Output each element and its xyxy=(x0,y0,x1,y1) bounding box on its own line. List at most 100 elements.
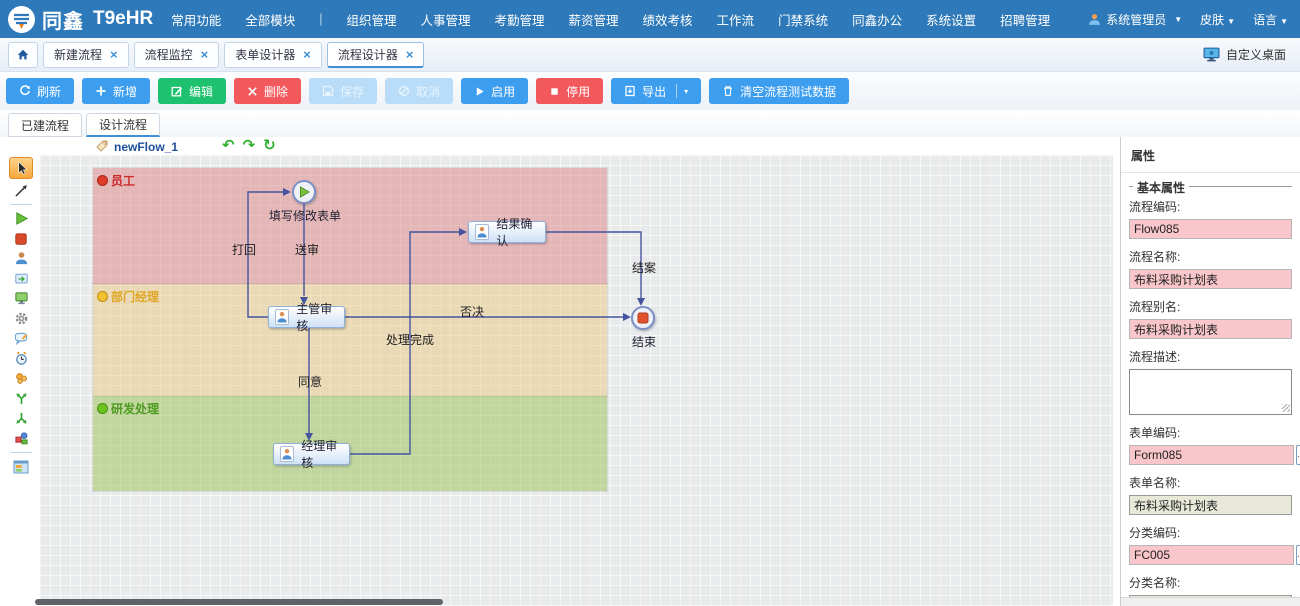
cancel-button[interactable]: 取消 xyxy=(385,78,453,104)
end-node[interactable] xyxy=(631,306,655,330)
user-menu[interactable]: 系统管理员 ▼ xyxy=(1088,11,1182,28)
history-controls: ↶ ↷ ↻ xyxy=(222,137,276,154)
palette-auto-task[interactable] xyxy=(9,270,33,287)
edit-icon xyxy=(171,85,183,97)
task-node-manager-review[interactable]: 经理审核 xyxy=(273,443,350,465)
close-icon[interactable]: × xyxy=(303,48,311,61)
nav-menu-org[interactable]: 组织管理 xyxy=(346,10,396,29)
nav-menu-settings[interactable]: 系统设置 xyxy=(926,10,976,29)
palette-plugin[interactable] xyxy=(9,370,33,387)
palette-user-task[interactable] xyxy=(9,250,33,267)
clear-test-data-button[interactable]: 清空流程测试数据 xyxy=(709,78,849,104)
nav-menu-performance[interactable]: 绩效考核 xyxy=(643,10,693,29)
monitor-icon xyxy=(1203,47,1220,62)
flow-desc-textarea[interactable] xyxy=(1129,369,1292,415)
language-menu[interactable]: 语言▼ xyxy=(1253,11,1288,28)
tab-built-flows[interactable]: 已建流程 xyxy=(8,113,82,137)
skin-menu[interactable]: 皮肤▼ xyxy=(1200,11,1235,28)
nav-menu-recruit[interactable]: 招聘管理 xyxy=(1000,10,1050,29)
close-icon[interactable]: × xyxy=(110,48,118,61)
stop-icon xyxy=(549,86,560,97)
form-name-input xyxy=(1129,495,1292,515)
plugin-icon xyxy=(14,371,29,386)
palette-gear-task[interactable] xyxy=(9,310,33,327)
tab-flow-monitor[interactable]: 流程监控× xyxy=(134,42,220,68)
nav-menu-common[interactable]: 常用功能 xyxy=(171,10,221,29)
nav-menu-attendance[interactable]: 考勤管理 xyxy=(495,10,545,29)
palette-join-gateway[interactable] xyxy=(9,410,33,427)
flow-name[interactable]: newFlow_1 xyxy=(114,140,178,154)
nav-menus: 常用功能 全部模块 | 组织管理 人事管理 考勤管理 薪资管理 绩效考核 工作流… xyxy=(171,10,1050,29)
redo-icon[interactable]: ↷ xyxy=(243,137,256,154)
tab-home[interactable] xyxy=(8,42,38,68)
edge-label-submit: 送审 xyxy=(295,241,319,258)
nav-menu-access[interactable]: 门禁系统 xyxy=(778,10,828,29)
caret-down-icon: ▼ xyxy=(1174,15,1182,24)
nav-right: 系统管理员 ▼ 皮肤▼ 语言▼ xyxy=(1088,11,1300,28)
edge-label-reject: 否决 xyxy=(460,303,484,320)
tab-design-flow[interactable]: 设计流程 xyxy=(86,113,160,137)
nav-menu-salary[interactable]: 薪资管理 xyxy=(569,10,619,29)
delete-button[interactable]: 删除 xyxy=(234,78,301,104)
start-node[interactable] xyxy=(292,180,316,204)
flow-code-label: 流程编码: xyxy=(1129,198,1292,215)
palette-pointer-tool[interactable] xyxy=(9,157,33,179)
flow-canvas[interactable]: 员工 部门经理 研发处理 xyxy=(40,155,1113,606)
flow-designer: newFlow_1 ↶ ↷ ↻ xyxy=(0,137,1120,606)
canvas-horizontal-scrollbar[interactable] xyxy=(35,599,443,605)
palette-split-gateway[interactable] xyxy=(9,390,33,407)
panel-footer xyxy=(1121,597,1300,606)
enable-button[interactable]: 启用 xyxy=(461,78,528,104)
form-code-picker-button[interactable]: ... xyxy=(1296,445,1300,465)
palette-shapes[interactable] xyxy=(9,430,33,447)
reload-icon[interactable]: ↻ xyxy=(263,137,276,154)
form-code-input[interactable] xyxy=(1129,445,1294,465)
tab-new-flow[interactable]: 新建流程× xyxy=(43,42,129,68)
nav-menu-all-modules[interactable]: 全部模块 xyxy=(245,10,295,29)
flow-name-input[interactable] xyxy=(1129,269,1292,289)
stop-icon xyxy=(637,312,649,324)
user-task-icon xyxy=(14,251,29,266)
tab-form-designer[interactable]: 表单设计器× xyxy=(224,42,322,68)
comment-icon xyxy=(14,331,29,346)
palette-swimlane[interactable] xyxy=(9,458,33,475)
disable-button[interactable]: 停用 xyxy=(536,78,603,104)
task-node-result-confirm[interactable]: 结果确认 xyxy=(468,221,546,243)
tab-flow-designer[interactable]: 流程设计器× xyxy=(327,42,425,68)
flow-code-input[interactable] xyxy=(1129,219,1292,239)
pc-task-icon xyxy=(14,291,29,306)
palette-connector-tool[interactable] xyxy=(9,182,33,199)
category-code-label: 分类编码: xyxy=(1129,524,1292,541)
category-code-picker-button[interactable]: ... xyxy=(1296,545,1300,565)
undo-icon[interactable]: ↶ xyxy=(222,137,235,154)
nav-menu-hr[interactable]: 人事管理 xyxy=(420,10,470,29)
gear-icon xyxy=(14,311,29,326)
close-icon[interactable]: × xyxy=(406,48,414,61)
save-button[interactable]: 保存 xyxy=(309,78,377,104)
export-button[interactable]: 导出 ▾ xyxy=(611,78,701,104)
customize-desktop-link[interactable]: 自定义桌面 xyxy=(1203,46,1300,63)
edit-button[interactable]: 编辑 xyxy=(158,78,226,104)
nav-menu-office[interactable]: 同鑫办公 xyxy=(852,10,902,29)
nav-menu-workflow[interactable]: 工作流 xyxy=(717,10,755,29)
flow-alias-input[interactable] xyxy=(1129,319,1292,339)
task-node-supervisor-review[interactable]: 主管审核 xyxy=(268,306,345,328)
palette-comment[interactable] xyxy=(9,330,33,347)
section-title: 基本属性 xyxy=(1133,179,1189,196)
palette-start-node[interactable] xyxy=(9,210,33,227)
button-divider xyxy=(676,84,677,98)
category-code-input[interactable] xyxy=(1129,545,1294,565)
palette-divider xyxy=(10,452,32,453)
end-node-label: 结束 xyxy=(624,333,664,350)
category-name-label: 分类名称: xyxy=(1129,574,1292,591)
add-button[interactable]: 新增 xyxy=(82,78,150,104)
palette-timer[interactable] xyxy=(9,350,33,367)
flow-desc-label: 流程描述: xyxy=(1129,348,1292,365)
plus-icon xyxy=(95,85,107,97)
refresh-button[interactable]: 刷新 xyxy=(6,78,74,104)
palette-end-node[interactable] xyxy=(9,230,33,247)
close-icon[interactable]: × xyxy=(201,48,209,61)
resize-handle-icon[interactable] xyxy=(1282,404,1290,412)
caret-down-icon[interactable]: ▾ xyxy=(684,87,688,96)
palette-pc-task[interactable] xyxy=(9,290,33,307)
